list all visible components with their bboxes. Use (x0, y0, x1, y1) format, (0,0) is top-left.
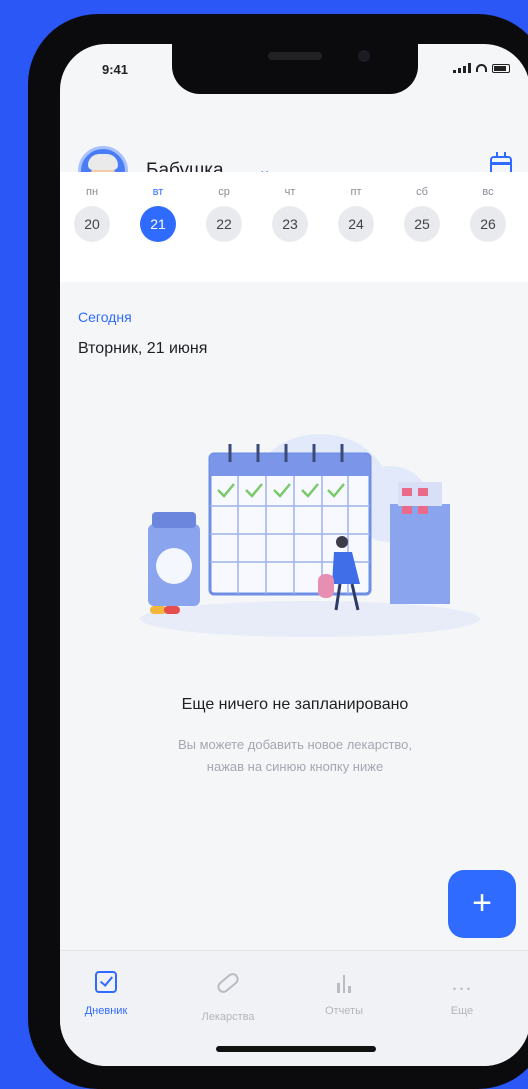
day-sat[interactable]: сб 25 (402, 182, 442, 242)
home-indicator[interactable] (216, 1046, 376, 1052)
tab-reports[interactable]: Отчеты (294, 971, 394, 1017)
bar-chart-icon (294, 971, 394, 993)
day-tue[interactable]: вт 21 (138, 182, 178, 242)
tab-more[interactable]: … Еще (412, 970, 512, 1018)
current-date: Вторник, 21 июня (78, 340, 208, 357)
battery-icon (492, 63, 510, 73)
tab-label: Еще (450, 1005, 474, 1017)
diary-icon (95, 971, 117, 993)
day-number: 25 (404, 206, 440, 242)
day-wed[interactable]: ср 22 (204, 182, 244, 242)
signal-icon (453, 63, 471, 73)
tab-label: Дневник (84, 1005, 128, 1017)
app-screen: 9:41 Бабушка ⌄ пн 20 вт 21 ср 22 чт 23 п… (60, 44, 528, 1066)
day-number: 20 (74, 206, 110, 242)
day-fri[interactable]: пт 24 (336, 182, 376, 242)
day-sun[interactable]: вс 26 (468, 182, 508, 242)
day-name: пт (350, 186, 362, 198)
status-time: 9:41 (102, 62, 129, 77)
tab-label: Отчеты (324, 1005, 364, 1017)
tab-label: Лекарства (201, 1011, 255, 1023)
pill-icon (214, 970, 242, 996)
day-mon[interactable]: пн 20 (72, 182, 112, 242)
day-number: 21 (140, 206, 176, 242)
status-icons (453, 63, 510, 73)
empty-state-line-1: Вы можете добавить новое лекарство, (177, 737, 413, 752)
tab-diary[interactable]: Дневник (60, 971, 156, 1017)
week-strip: пн 20 вт 21 ср 22 чт 23 пт 24 сб 25 вс 2… (60, 172, 528, 282)
tab-medicines[interactable]: Лекарства (178, 970, 278, 1023)
add-medication-button[interactable]: + (448, 870, 516, 938)
day-number: 26 (470, 206, 506, 242)
day-name: ср (218, 186, 230, 198)
day-number: 24 (338, 206, 374, 242)
empty-calendar-illustration (140, 434, 480, 637)
day-number: 23 (272, 206, 308, 242)
today-label: Сегодня (78, 309, 132, 325)
wifi-icon (476, 64, 487, 72)
day-name: вс (482, 186, 494, 198)
empty-state-text: Вы можете добавить новое лекарство, нажа… (90, 734, 500, 778)
empty-state-line-2: нажав на синюю кнопку ниже (206, 759, 384, 774)
day-thu[interactable]: чт 23 (270, 182, 310, 242)
tab-bar: Дневник Лекарства Отчеты … Еще (60, 950, 528, 1066)
day-name: сб (416, 186, 428, 198)
day-name: вт (152, 186, 164, 198)
empty-state-title: Еще ничего не запланировано (181, 696, 409, 713)
day-name: пн (85, 186, 99, 198)
more-icon: … (450, 970, 474, 995)
phone-notch (172, 44, 418, 94)
day-number: 22 (206, 206, 242, 242)
day-name: чт (284, 186, 296, 198)
